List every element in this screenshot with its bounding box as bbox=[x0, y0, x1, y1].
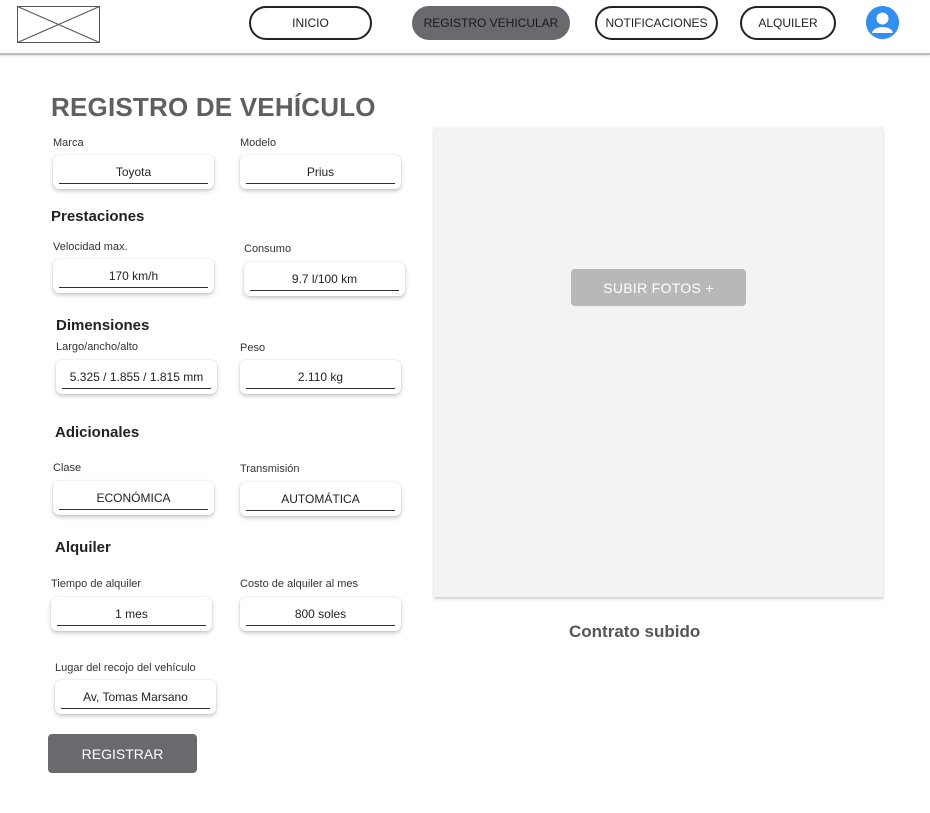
field-underline bbox=[59, 509, 208, 510]
velocidad-field[interactable]: 170 km/h bbox=[53, 259, 214, 293]
peso-field[interactable]: 2.110 kg bbox=[240, 360, 401, 394]
peso-label: Peso bbox=[240, 342, 266, 354]
upload-photos-button[interactable]: SUBIR FOTOS + bbox=[571, 269, 746, 306]
field-underline bbox=[246, 388, 395, 389]
lugar-field[interactable]: Av, Tomas Marsano bbox=[55, 680, 216, 714]
contract-status-text: Contrato subido bbox=[569, 622, 701, 641]
transmision-label: Transmisión bbox=[240, 463, 300, 475]
transmision-value: AUTOMÁTICA bbox=[281, 492, 360, 506]
dimensiones-field[interactable]: 5.325 / 1.855 / 1.815 mm bbox=[56, 360, 217, 394]
tiempo-value: 1 mes bbox=[115, 607, 148, 621]
field-underline bbox=[57, 625, 206, 626]
clase-value: ECONÓMICA bbox=[96, 491, 171, 505]
prestaciones-heading: Prestaciones bbox=[51, 208, 145, 225]
largo-label: Largo/ancho/alto bbox=[56, 341, 138, 353]
field-underline bbox=[59, 183, 208, 184]
tiempo-label: Tiempo de alquiler bbox=[51, 578, 142, 590]
adicionales-heading: Adicionales bbox=[55, 424, 140, 441]
marca-field[interactable]: Toyota bbox=[53, 155, 214, 189]
field-underline bbox=[246, 183, 395, 184]
consumo-value: 9.7 l/100 km bbox=[291, 272, 358, 286]
dimensiones-heading: Dimensiones bbox=[56, 317, 150, 334]
lugar-value: Av, Tomas Marsano bbox=[83, 690, 188, 704]
modelo-field[interactable]: Prius bbox=[240, 155, 401, 189]
lugar-label: Lugar del recojo del vehículo bbox=[55, 662, 196, 674]
consumo-field[interactable]: 9.7 l/100 km bbox=[244, 262, 405, 296]
field-underline bbox=[246, 625, 395, 626]
marca-label: Marca bbox=[53, 137, 84, 149]
clase-label: Clase bbox=[53, 462, 82, 474]
marca-value: Toyota bbox=[115, 165, 152, 179]
modelo-label: Modelo bbox=[240, 137, 277, 149]
costo-value: 800 soles bbox=[294, 607, 347, 621]
nav-notificaciones-button[interactable]: NOTIFICACIONES bbox=[595, 6, 718, 40]
user-avatar-icon[interactable] bbox=[866, 6, 899, 39]
field-underline bbox=[250, 290, 399, 291]
costo-label: Costo de alquiler al mes bbox=[240, 578, 359, 590]
nav-inicio-button[interactable]: INICIO bbox=[249, 6, 372, 40]
clase-select[interactable]: ECONÓMICA bbox=[53, 481, 214, 515]
photo-upload-area[interactable] bbox=[434, 127, 883, 597]
page-title: REGISTRO DE VEHÍCULO bbox=[51, 92, 376, 122]
logo-placeholder-icon[interactable] bbox=[17, 6, 100, 43]
field-underline bbox=[61, 708, 210, 709]
field-underline bbox=[62, 388, 211, 389]
nav-alquiler-button[interactable]: ALQUILER bbox=[740, 6, 836, 40]
peso-value: 2.110 kg bbox=[297, 370, 344, 384]
alquiler-heading: Alquiler bbox=[55, 539, 111, 556]
velocidad-label: Velocidad max. bbox=[53, 241, 128, 253]
registrar-button[interactable]: REGISTRAR bbox=[48, 734, 197, 773]
costo-field[interactable]: 800 soles bbox=[240, 597, 401, 631]
modelo-value: Prius bbox=[306, 165, 335, 179]
field-underline bbox=[59, 287, 208, 288]
field-underline bbox=[246, 510, 395, 511]
transmision-select[interactable]: AUTOMÁTICA bbox=[240, 482, 401, 516]
dimensiones-value: 5.325 / 1.855 / 1.815 mm bbox=[69, 370, 204, 384]
nav-registro-vehicular-button[interactable]: REGISTRO VEHICULAR bbox=[412, 6, 570, 40]
consumo-label: Consumo bbox=[244, 243, 292, 255]
tiempo-field[interactable]: 1 mes bbox=[51, 597, 212, 631]
velocidad-value: 170 km/h bbox=[108, 269, 159, 283]
